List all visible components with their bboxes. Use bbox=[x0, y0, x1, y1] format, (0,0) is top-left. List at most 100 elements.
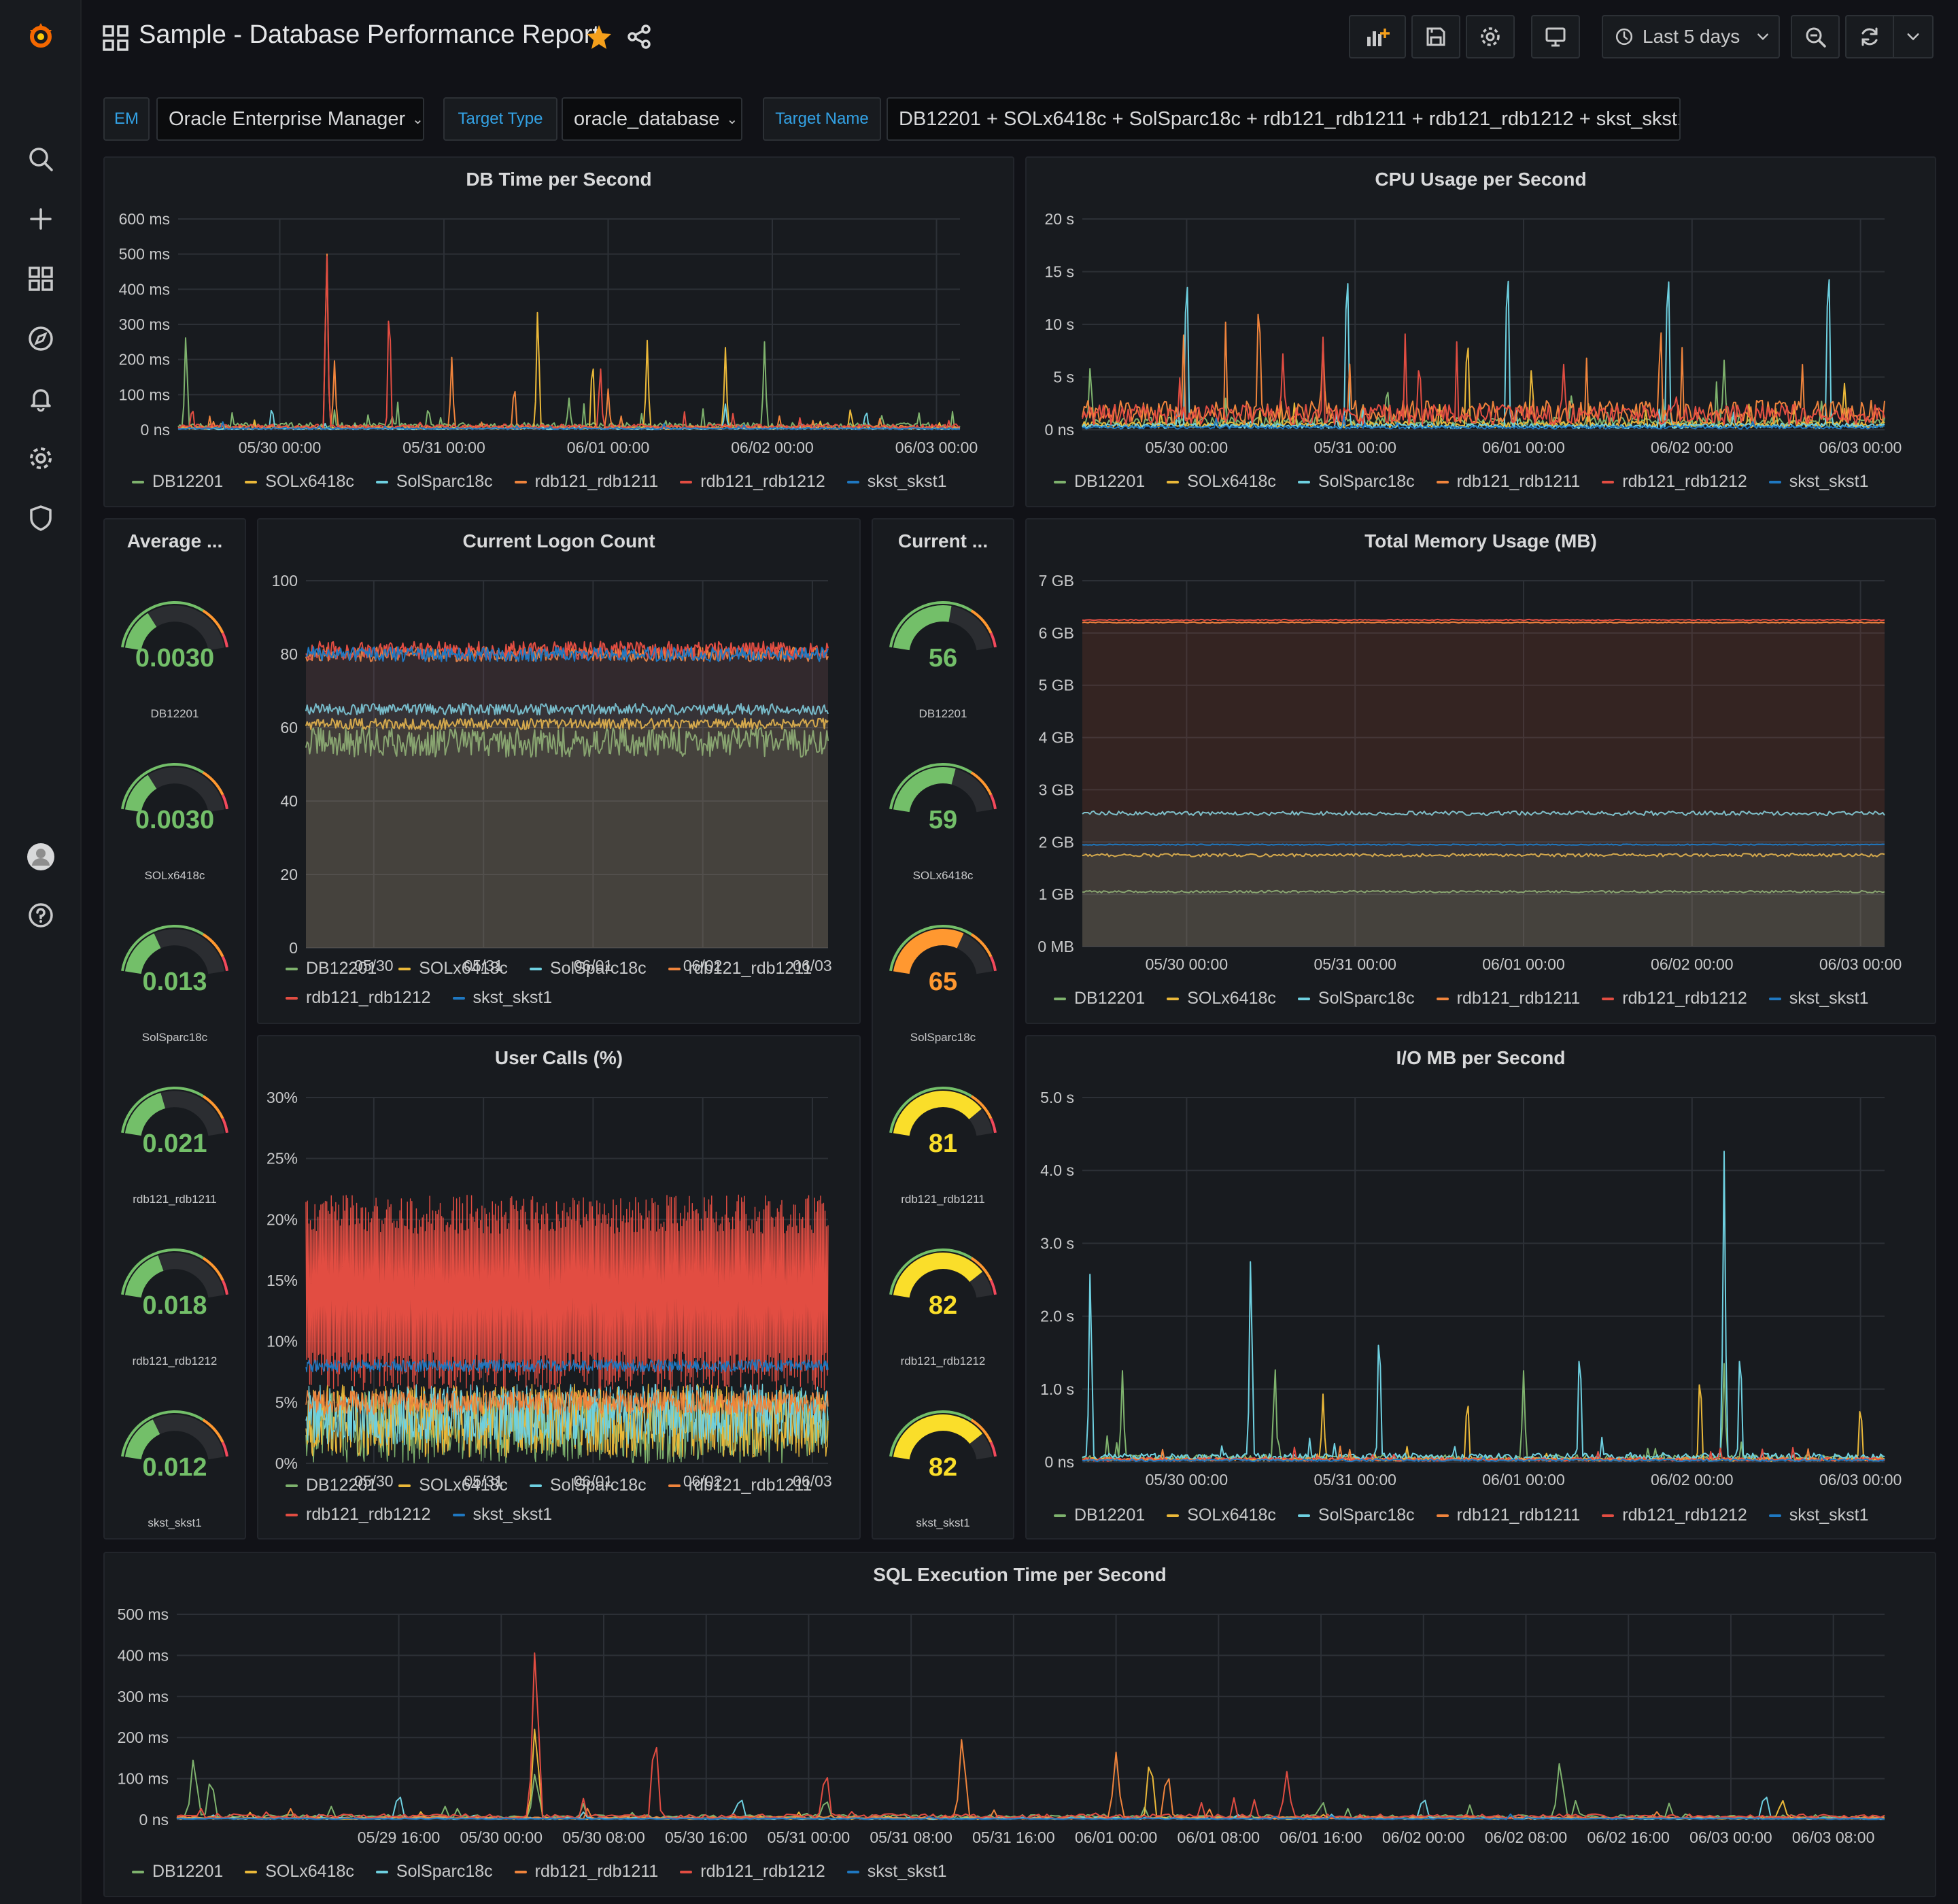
panel-current-gauges[interactable]: Current ... 56 DB12201 59 SOLx6418c 65 SolSpa… bbox=[872, 518, 1014, 1540]
series-line-rdb121-rdb1211[interactable] bbox=[1082, 313, 1885, 425]
legend-item-db12201[interactable]: DB12201 bbox=[286, 1476, 377, 1495]
legend-item-db12201[interactable]: DB12201 bbox=[1054, 989, 1145, 1008]
legend-item-rdb121-rdb1211[interactable]: rdb121_rdb1211 bbox=[1436, 472, 1580, 492]
user-avatar-icon[interactable] bbox=[20, 836, 61, 877]
gauge-db12201[interactable]: 0.0030 DB12201 bbox=[105, 596, 245, 759]
legend-item-solsparc18c[interactable]: SolSparc18c bbox=[529, 1476, 647, 1495]
chart-io-mb[interactable]: 0 ns 1.0 s 2.0 s 3.0 s 4.0 s 5.0 s 05/30 00:00… bbox=[1027, 1036, 1936, 1540]
panel-title[interactable]: CPU Usage per Second bbox=[1027, 169, 1935, 190]
time-range-picker[interactable]: Last 5 days bbox=[1602, 15, 1780, 58]
panel-current-logon-count[interactable]: 0 20 40 60 80 100 05/30 05/31 06/01 06/02 06/03 Cu… bbox=[257, 518, 861, 1024]
chart-cpu-usage[interactable]: 0 ns 5 s 10 s 15 s 20 s 05/30 00:00 05/31 00:0… bbox=[1027, 158, 1936, 507]
panel-io-mb-per-second[interactable]: 0 ns 1.0 s 2.0 s 3.0 s 4.0 s 5.0 s 05/30 00:00… bbox=[1025, 1035, 1936, 1540]
legend-item-solsparc18c[interactable]: SolSparc18c bbox=[529, 959, 647, 979]
legend-item-solx6418c[interactable]: SOLx6418c bbox=[1167, 989, 1276, 1008]
legend-item-rdb121-rdb1212[interactable]: rdb121_rdb1212 bbox=[1602, 1506, 1747, 1525]
legend-item-rdb121-rdb1211[interactable]: rdb121_rdb1211 bbox=[668, 1476, 812, 1495]
legend-item-db12201[interactable]: DB12201 bbox=[132, 1862, 223, 1882]
panel-title[interactable]: Average ... bbox=[105, 530, 245, 552]
panel-title[interactable]: Current ... bbox=[873, 530, 1013, 552]
legend-item-db12201[interactable]: DB12201 bbox=[132, 472, 223, 492]
series-line-solx6418c[interactable] bbox=[177, 311, 961, 430]
legend-item-skst-skst1[interactable]: skst_skst1 bbox=[1768, 1506, 1868, 1525]
variable-select-em[interactable]: Oracle Enterprise Manager ⌄ bbox=[156, 97, 424, 141]
series-line-db12201[interactable] bbox=[177, 337, 961, 429]
zoom-out-button[interactable] bbox=[1791, 15, 1840, 58]
gauge-rdb121-rdb1212[interactable]: 0.018 rdb121_rdb1212 bbox=[105, 1243, 245, 1406]
panel-title[interactable]: DB Time per Second bbox=[105, 169, 1013, 190]
panel-user-calls[interactable]: 0% 5% 10% 15% 20% 25% 30% 05/30 05/31 06/01 06/02 0… bbox=[257, 1035, 861, 1540]
legend-item-solx6418c[interactable]: SOLx6418c bbox=[245, 472, 354, 492]
legend-item-rdb121-rdb1212[interactable]: rdb121_rdb1212 bbox=[680, 1862, 825, 1882]
panel-title[interactable]: I/O MB per Second bbox=[1027, 1047, 1935, 1069]
save-dashboard-button[interactable] bbox=[1411, 15, 1460, 58]
panel-cpu-usage-per-second[interactable]: 0 ns 5 s 10 s 15 s 20 s 05/30 00:00 05/31 00:0… bbox=[1025, 156, 1936, 507]
refresh-interval-dropdown[interactable] bbox=[1893, 15, 1934, 58]
chart-total-memory[interactable]: 0 MB 1 GB 2 GB 3 GB 4 GB 5 GB 6 GB 7 GB 05/30 00… bbox=[1027, 520, 1936, 1024]
gauge-solx6418c[interactable]: 59 SOLx6418c bbox=[873, 758, 1013, 921]
legend-item-skst-skst1[interactable]: skst_skst1 bbox=[1768, 989, 1868, 1008]
legend-item-rdb121-rdb1212[interactable]: rdb121_rdb1212 bbox=[1602, 989, 1747, 1008]
dashboard-settings-button[interactable] bbox=[1466, 15, 1515, 58]
panel-title[interactable]: Total Memory Usage (MB) bbox=[1027, 530, 1935, 552]
legend-item-solsparc18c[interactable]: SolSparc18c bbox=[1297, 989, 1415, 1008]
series-line-rdb121-rdb1212[interactable] bbox=[1082, 333, 1885, 426]
configuration-gear-icon[interactable] bbox=[20, 438, 61, 479]
legend-item-db12201[interactable]: DB12201 bbox=[286, 959, 377, 979]
gauge-solx6418c[interactable]: 0.0030 SOLx6418c bbox=[105, 758, 245, 921]
add-panel-button[interactable] bbox=[1349, 15, 1406, 58]
legend-item-db12201[interactable]: DB12201 bbox=[1054, 472, 1145, 492]
gauge-rdb121-rdb1212[interactable]: 82 rdb121_rdb1212 bbox=[873, 1243, 1013, 1406]
series-line-solsparc18c[interactable] bbox=[1082, 1151, 1885, 1461]
search-icon[interactable] bbox=[20, 139, 61, 180]
panel-title[interactable]: SQL Execution Time per Second bbox=[105, 1564, 1935, 1586]
series-line-rdb121-rdb1212[interactable] bbox=[1082, 618, 1885, 622]
legend-item-db12201[interactable]: DB12201 bbox=[1054, 1506, 1145, 1525]
series-line-solx6418c[interactable] bbox=[1082, 1384, 1885, 1462]
legend-item-rdb121-rdb1211[interactable]: rdb121_rdb1211 bbox=[668, 959, 812, 979]
legend-item-solx6418c[interactable]: SOLx6418c bbox=[245, 1862, 354, 1882]
legend-item-rdb121-rdb1212[interactable]: rdb121_rdb1212 bbox=[286, 988, 431, 1008]
legend-item-solsparc18c[interactable]: SolSparc18c bbox=[1297, 1506, 1415, 1525]
server-admin-shield-icon[interactable] bbox=[20, 498, 61, 539]
legend-item-solsparc18c[interactable]: SolSparc18c bbox=[375, 472, 493, 492]
variable-select-target-type[interactable]: oracle_database ⌄ bbox=[562, 97, 742, 141]
legend-item-skst-skst1[interactable]: skst_skst1 bbox=[1768, 472, 1868, 492]
explore-compass-icon[interactable] bbox=[20, 318, 61, 359]
gauge-rdb121-rdb1211[interactable]: 81 rdb121_rdb1211 bbox=[873, 1081, 1013, 1244]
grafana-logo-icon[interactable] bbox=[20, 15, 61, 56]
panel-title[interactable]: Current Logon Count bbox=[258, 530, 859, 552]
page-title[interactable]: Sample - Database Performance Report bbox=[139, 20, 600, 50]
legend-item-solx6418c[interactable]: SOLx6418c bbox=[1167, 1506, 1276, 1525]
legend-item-skst-skst1[interactable]: skst_skst1 bbox=[452, 1505, 552, 1525]
panel-db-time-per-second[interactable]: 0 ns 100 ms 200 ms 300 ms 400 ms 500 ms 600 ms… bbox=[103, 156, 1014, 507]
dashboards-icon[interactable] bbox=[20, 258, 61, 299]
gauge-skst-skst1[interactable]: 0.012 skst_skst1 bbox=[105, 1405, 245, 1538]
panel-total-memory-usage[interactable]: 0 MB 1 GB 2 GB 3 GB 4 GB 5 GB 6 GB 7 GB 05/30 00… bbox=[1025, 518, 1936, 1024]
legend-item-solsparc18c[interactable]: SolSparc18c bbox=[375, 1862, 493, 1882]
legend-item-rdb121-rdb1211[interactable]: rdb121_rdb1211 bbox=[1436, 989, 1580, 1008]
legend-item-rdb121-rdb1211[interactable]: rdb121_rdb1211 bbox=[514, 472, 658, 492]
gauge-solsparc18c[interactable]: 0.013 SolSparc18c bbox=[105, 919, 245, 1083]
panel-sql-execution-time-per-second[interactable]: 0 ns 100 ms 200 ms 300 ms 400 ms 500 ms 05/29 … bbox=[103, 1552, 1936, 1897]
legend-item-skst-skst1[interactable]: skst_skst1 bbox=[846, 1862, 946, 1882]
gauge-solsparc18c[interactable]: 65 SolSparc18c bbox=[873, 919, 1013, 1083]
alerting-bell-icon[interactable] bbox=[20, 378, 61, 419]
series-line-rdb121-rdb1212[interactable] bbox=[305, 1194, 829, 1391]
cycle-view-mode-button[interactable] bbox=[1531, 15, 1580, 58]
legend-item-rdb121-rdb1212[interactable]: rdb121_rdb1212 bbox=[1602, 472, 1747, 492]
chart-logon-count[interactable]: 02040608010005/30 05/31 06/01 06/02 06/03 bbox=[258, 520, 861, 1024]
variable-select-target-name[interactable]: DB12201 + SOLx6418c + SolSparc18c + rdb1… bbox=[887, 97, 1681, 141]
gauge-skst-skst1[interactable]: 82 skst_skst1 bbox=[873, 1405, 1013, 1538]
legend-item-rdb121-rdb1211[interactable]: rdb121_rdb1211 bbox=[1436, 1506, 1580, 1525]
legend-item-rdb121-rdb1212[interactable]: rdb121_rdb1212 bbox=[680, 472, 825, 492]
star-icon[interactable] bbox=[585, 23, 613, 52]
legend-item-solx6418c[interactable]: SOLx6418c bbox=[398, 959, 508, 979]
chart-db-time[interactable]: 0 ns 100 ms 200 ms 300 ms 400 ms 500 ms 600 ms… bbox=[105, 158, 1014, 507]
plus-icon[interactable] bbox=[20, 199, 61, 239]
chart-user-calls[interactable]: 0%5%10%15%20%25%30%05/30 05/31 06/01 06/02 0… bbox=[258, 1036, 861, 1540]
legend-item-solx6418c[interactable]: SOLx6418c bbox=[1167, 472, 1276, 492]
refresh-button[interactable] bbox=[1845, 15, 1894, 58]
panel-title[interactable]: User Calls (%) bbox=[258, 1047, 859, 1069]
legend-item-solsparc18c[interactable]: SolSparc18c bbox=[1297, 472, 1415, 492]
